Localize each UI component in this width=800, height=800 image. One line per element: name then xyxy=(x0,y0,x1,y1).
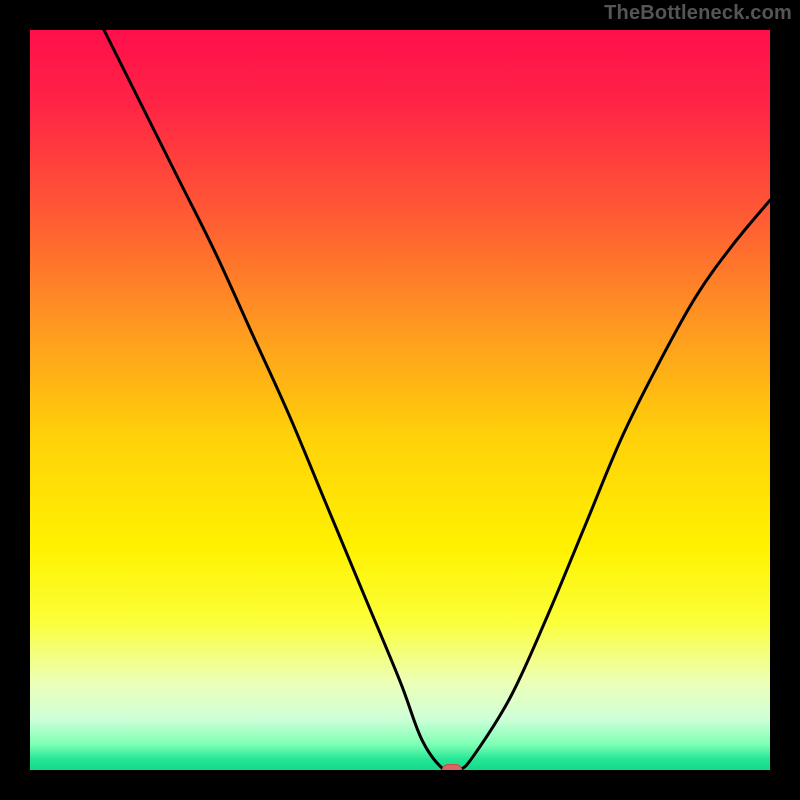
attribution-label: TheBottleneck.com xyxy=(604,2,792,25)
highlight-point xyxy=(442,764,462,770)
chart-frame: TheBottleneck.com xyxy=(0,0,800,800)
plot-area xyxy=(30,30,770,770)
bottleneck-curve xyxy=(30,30,770,770)
